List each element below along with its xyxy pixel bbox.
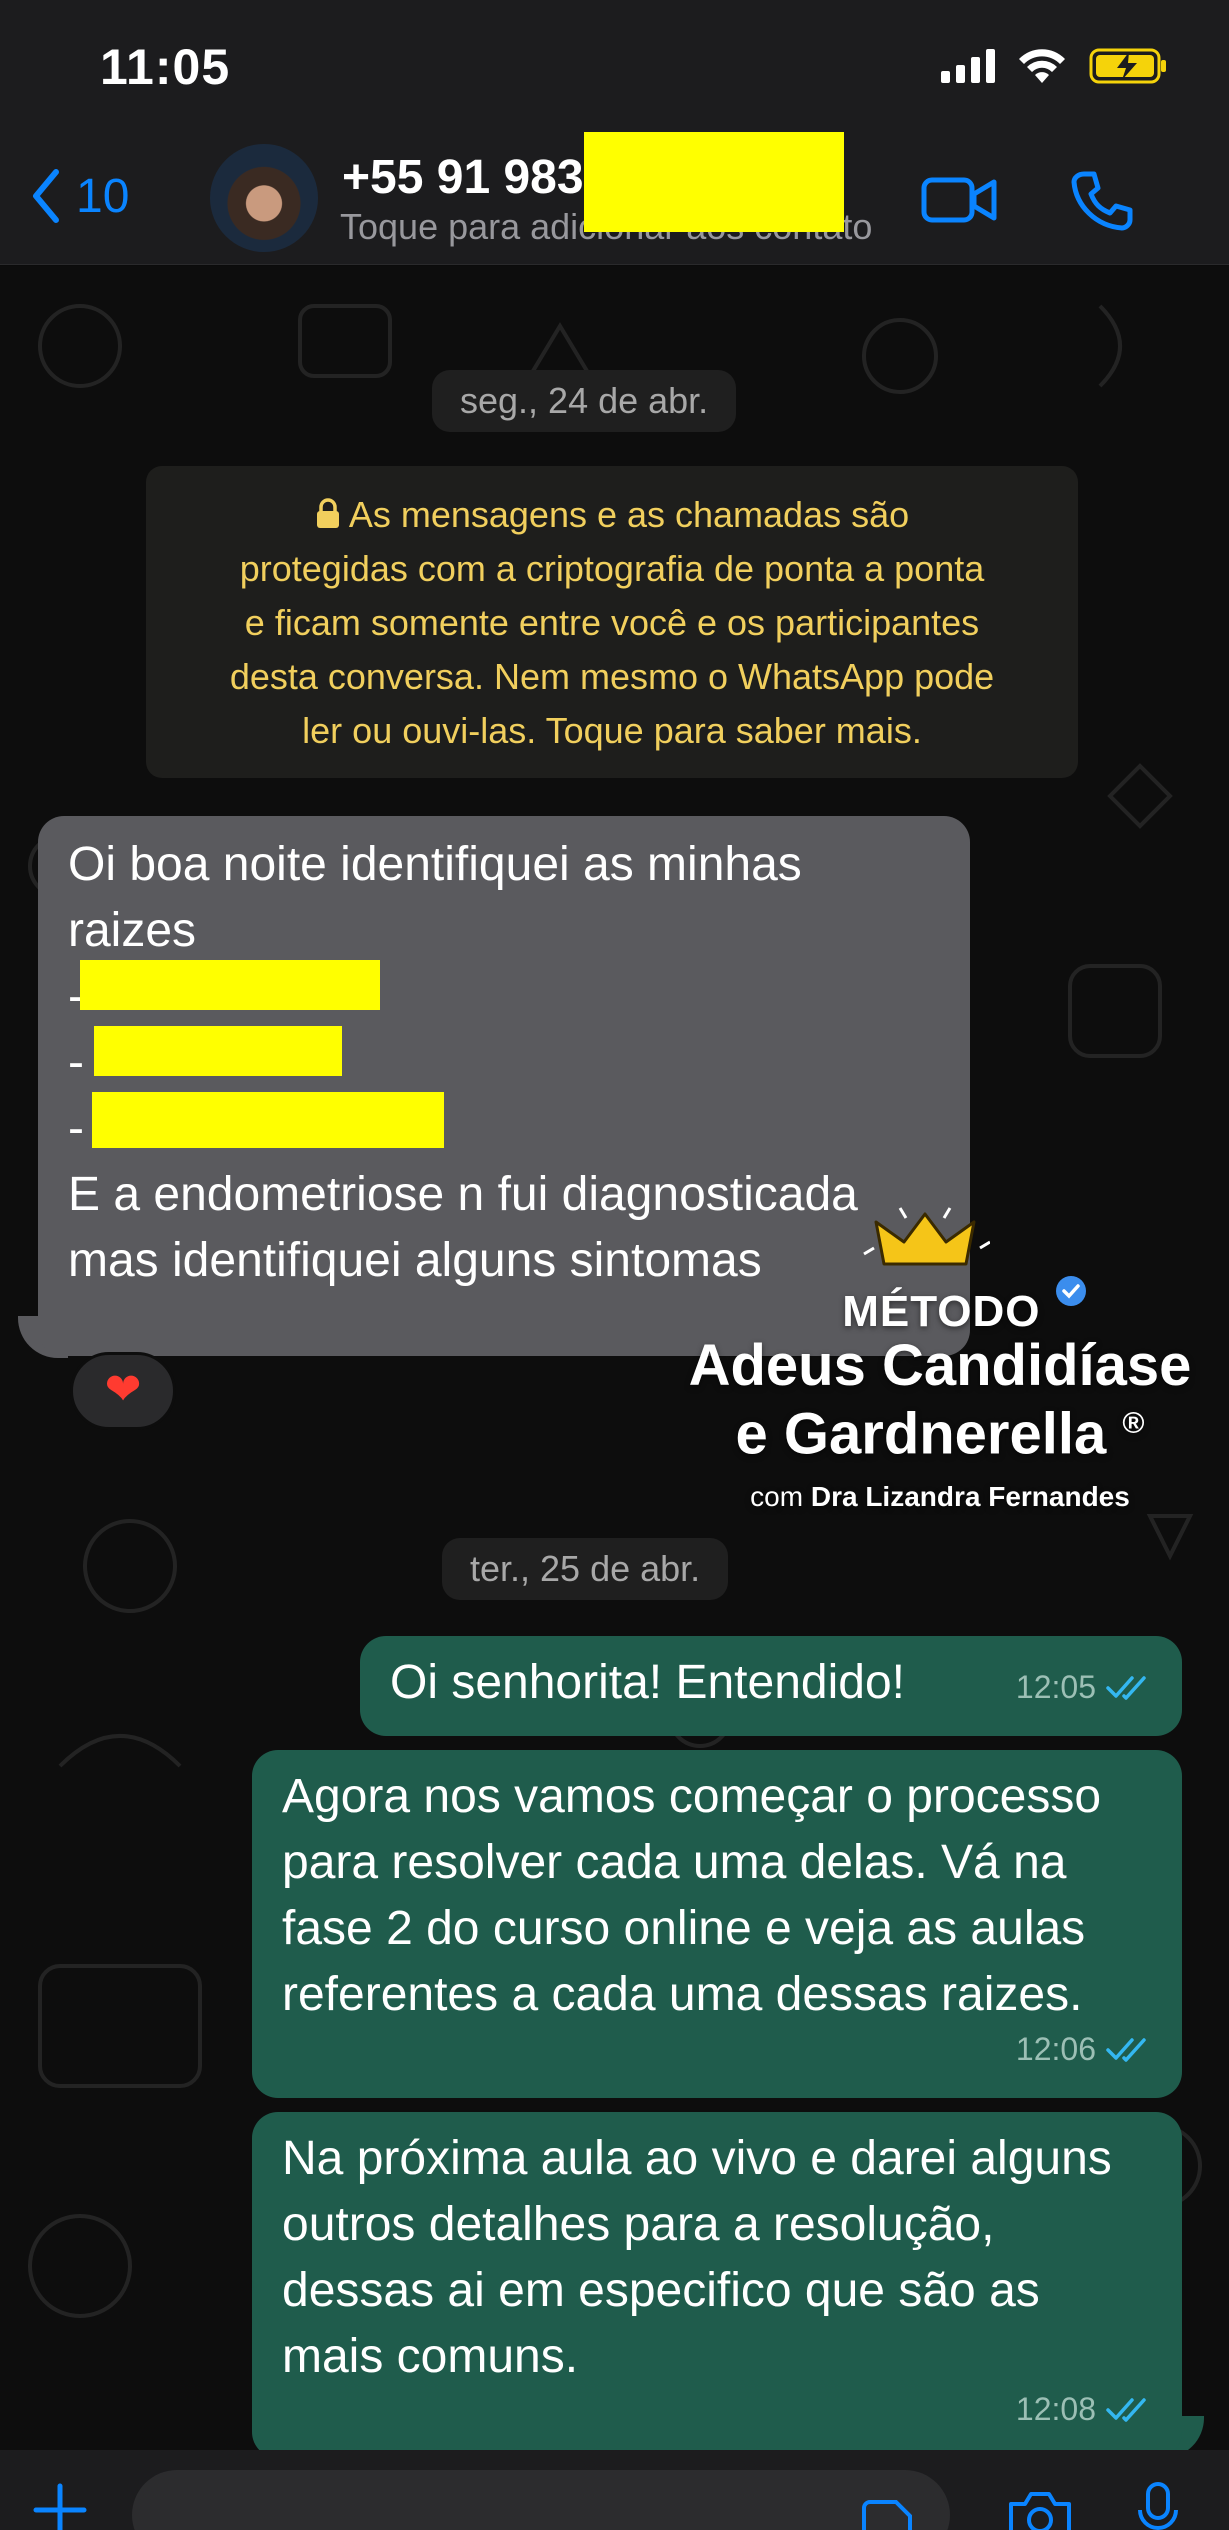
outgoing-message-bubble[interactable]: Oi senhorita! Entendido! 12:05 <box>360 1636 1182 1736</box>
encryption-notice-line: ler ou ouvi-las. Toque para saber mais. <box>302 710 922 751</box>
cellular-signal-icon <box>941 49 995 83</box>
message-meta: 12:05 <box>1016 1654 1152 1720</box>
message-input-bar <box>0 2450 1229 2530</box>
outgoing-message-bubble[interactable]: Na próxima aula ao vivo e darei alguns o… <box>252 2112 1182 2450</box>
redaction-block <box>584 132 844 232</box>
back-button[interactable]: 10 <box>28 166 129 226</box>
lock-icon <box>316 498 339 528</box>
status-time: 11:05 <box>100 39 231 95</box>
encryption-notice[interactable]: As mensagens e as chamadas são protegida… <box>146 466 1078 778</box>
registered-mark: ® <box>1122 1407 1145 1440</box>
wifi-icon <box>1019 49 1065 83</box>
status-bar: 11:05 <box>0 0 1229 140</box>
double-check-read-icon <box>1106 2398 1146 2422</box>
contact-name[interactable]: +55 91 983 <box>342 150 584 205</box>
crown-icon <box>863 1207 990 1266</box>
message-line: dessas ai em especifico que são as <box>282 2264 1040 2317</box>
sticker-icon[interactable] <box>858 2498 914 2530</box>
chat-area[interactable]: seg., 24 de abr. As mensagens e as chama… <box>0 266 1229 2450</box>
redaction-block <box>92 1092 444 1148</box>
chat-header: 10 +55 91 983 Toque para adicionar aos c… <box>0 132 1229 265</box>
status-icons <box>941 46 1169 86</box>
watermark-title-2: e Gardnerella ® <box>735 1401 1145 1467</box>
phone-call-icon[interactable] <box>1070 168 1134 232</box>
date-separator: ter., 25 de abr. <box>442 1538 729 1600</box>
outgoing-message-bubble[interactable]: Agora nos vamos começar o processo para … <box>252 1750 1182 2098</box>
message-line: Agora nos vamos começar o processo <box>282 1770 1102 1823</box>
message-line: para resolver cada uma delas. Vá na <box>282 1836 1067 1889</box>
course-watermark: MÉTODO Adeus Candidíase e Gardnerella ® … <box>660 1204 1220 1513</box>
message-meta: 12:06 <box>1016 2016 1152 2082</box>
verified-badge-icon <box>1055 1276 1086 1306</box>
date-separator: seg., 24 de abr. <box>432 370 737 432</box>
contact-avatar[interactable] <box>210 144 318 252</box>
microphone-icon[interactable] <box>1136 2480 1180 2530</box>
message-line: fase 2 do curso online e veja as aulas <box>282 1902 1086 1955</box>
message-time: 12:06 <box>1015 2031 1096 2067</box>
watermark-top: MÉTODO <box>710 1274 1220 1337</box>
message-time: 12:05 <box>1015 1669 1096 1705</box>
double-check-read-icon <box>1106 2038 1146 2062</box>
plus-icon[interactable] <box>30 2480 90 2530</box>
heart-reaction[interactable]: ❤ <box>70 1352 176 1430</box>
message-line: Oi boa noite identifiquei as minhas <box>68 838 802 891</box>
message-line: raizes <box>68 904 197 957</box>
watermark-title: Adeus Candidíase <box>688 1333 1192 1398</box>
double-check-read-icon <box>1106 1676 1146 1700</box>
battery-charging-icon <box>1089 48 1166 84</box>
message-line: outros detalhes para a resolução, <box>282 2198 995 2251</box>
camera-icon[interactable] <box>1005 2486 1075 2530</box>
video-call-icon[interactable] <box>920 170 1000 230</box>
encryption-notice-line: desta conversa. Nem mesmo o WhatsApp pod… <box>229 656 995 697</box>
message-input[interactable] <box>132 2470 950 2530</box>
redaction-block <box>94 1026 342 1076</box>
chevron-left-icon <box>33 169 59 223</box>
message-meta: 12:08 <box>1016 2376 1152 2442</box>
redaction-block <box>80 960 380 1010</box>
watermark-author: com Dra Lizandra Fernandes <box>750 1481 1130 1513</box>
message-line: Na próxima aula ao vivo e darei alguns <box>282 2132 1112 2185</box>
encryption-notice-line: protegidas com a criptografia de ponta a… <box>239 548 985 589</box>
encryption-notice-line: As mensagens e as chamadas são <box>166 488 1058 542</box>
unread-count: 10 <box>76 169 130 223</box>
encryption-notice-line: e ficam somente entre você e os particip… <box>244 602 980 643</box>
message-time: 12:08 <box>1015 2391 1096 2427</box>
